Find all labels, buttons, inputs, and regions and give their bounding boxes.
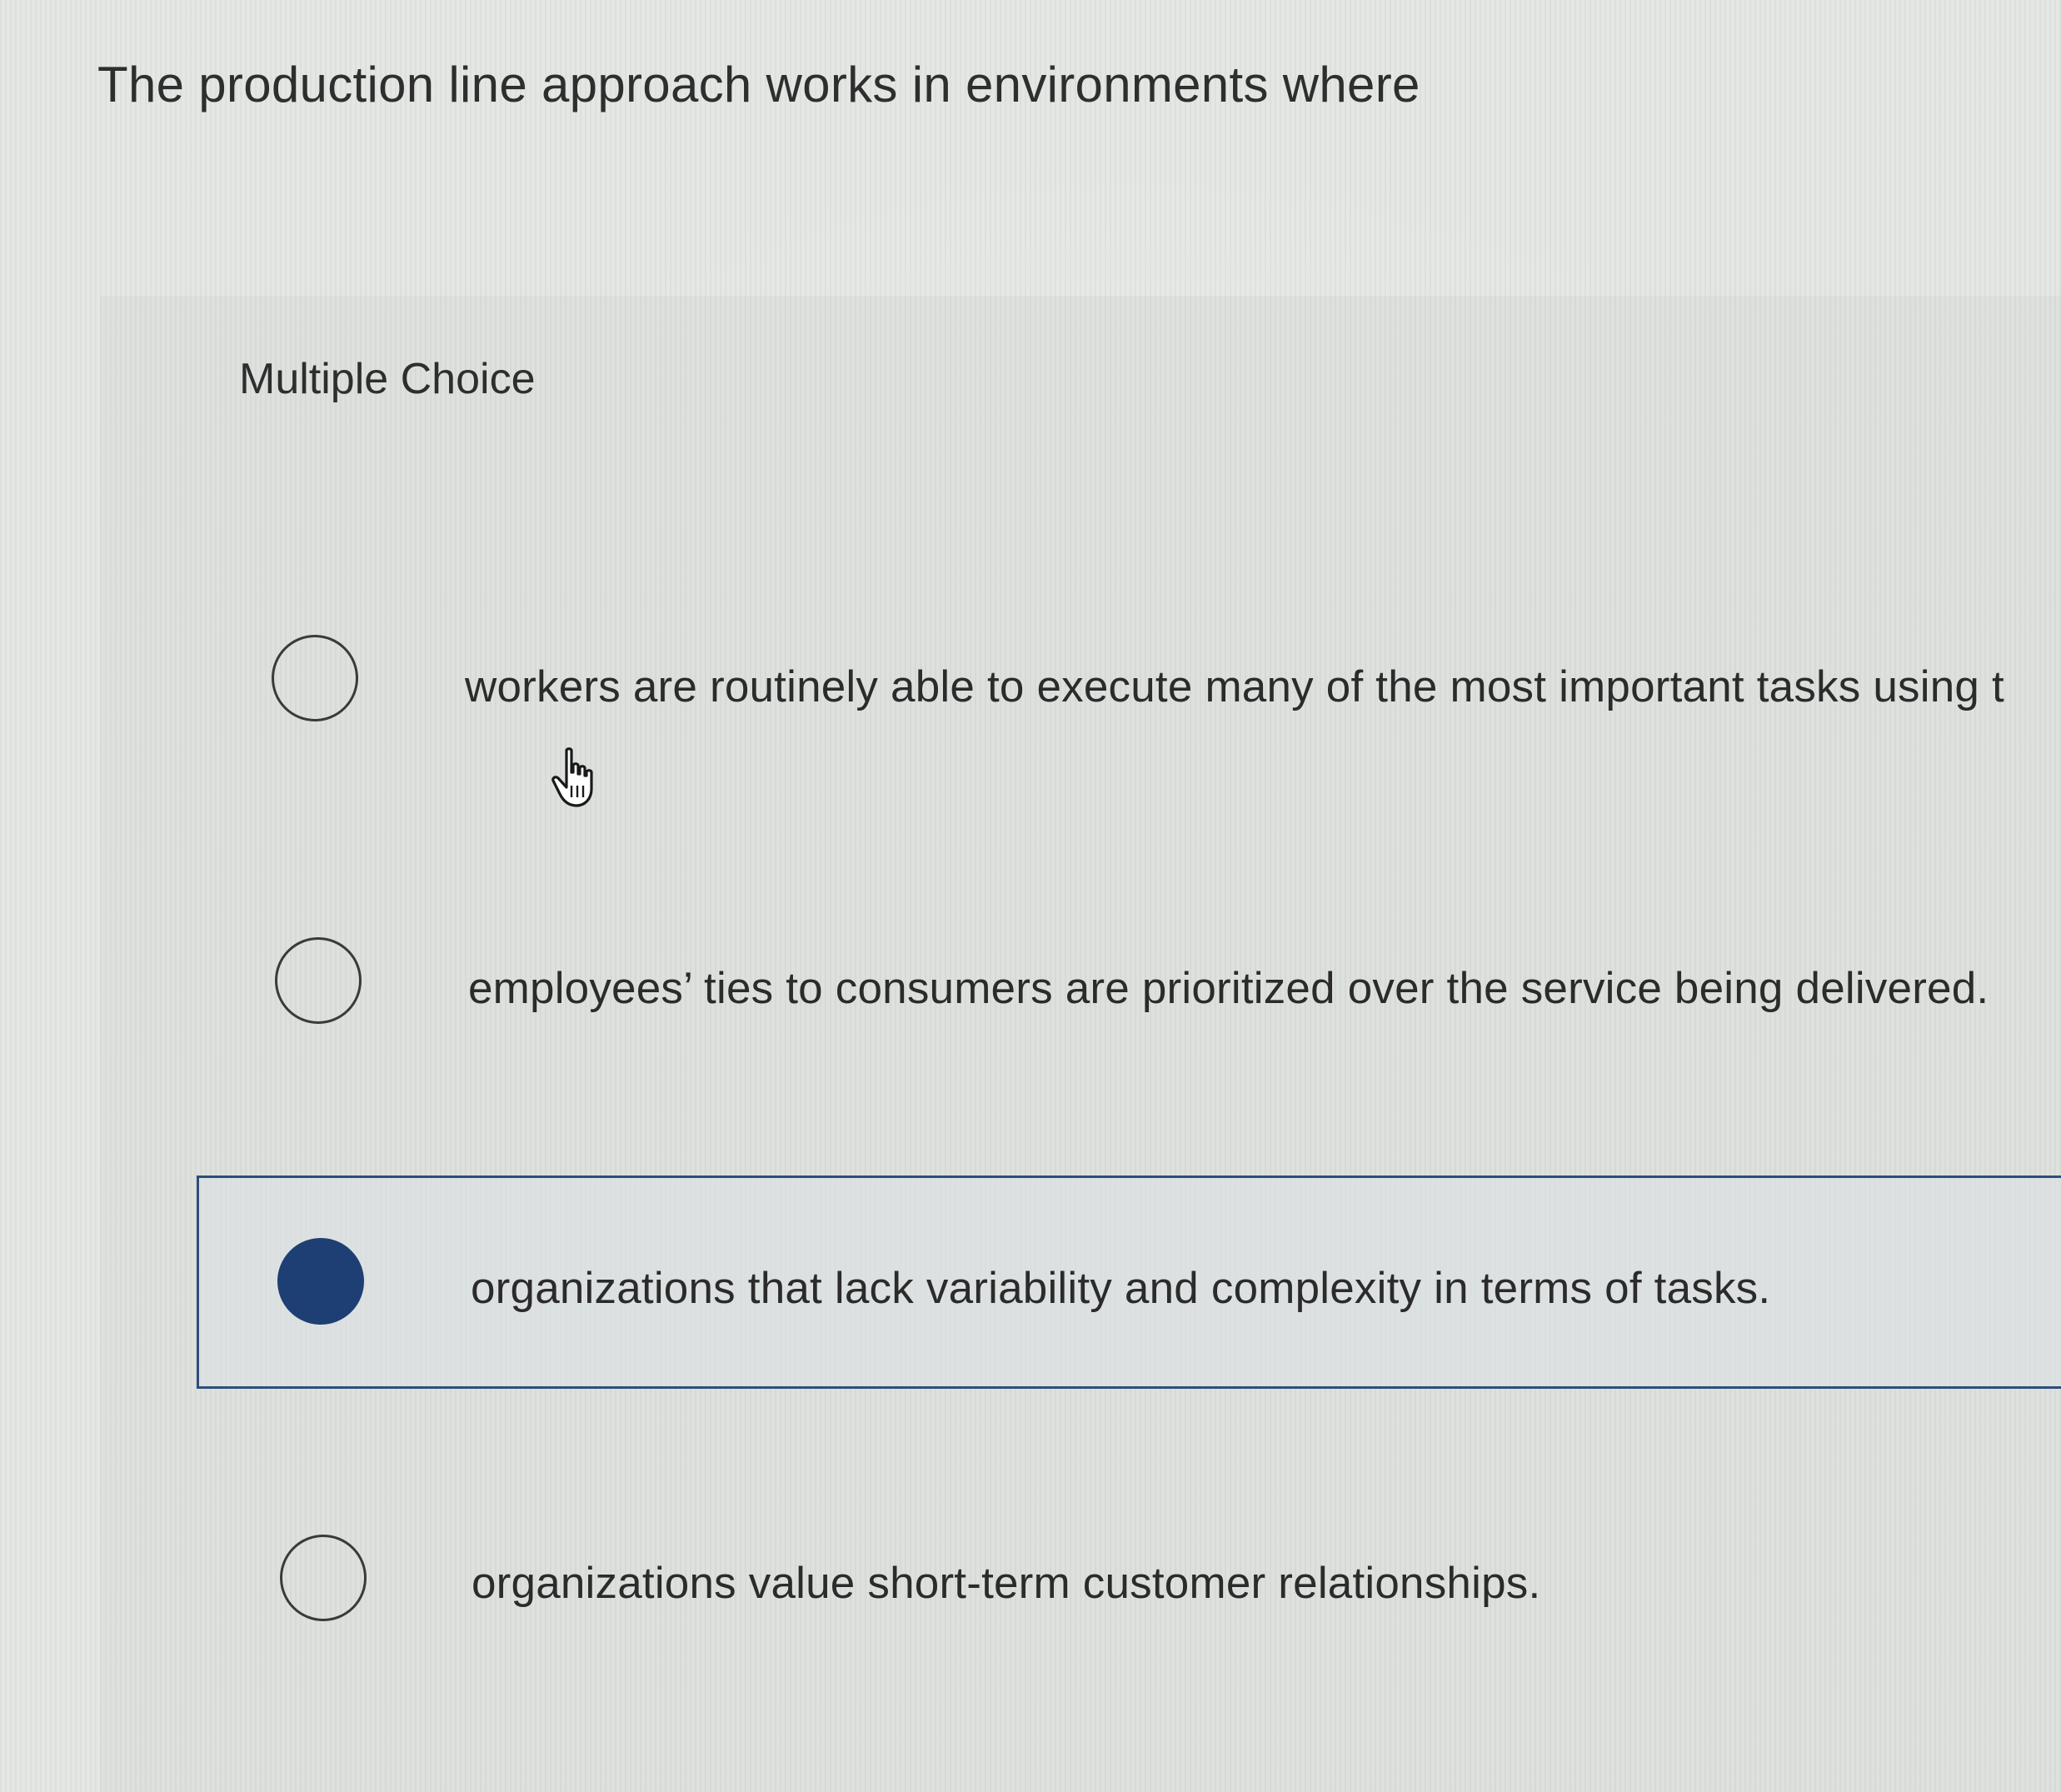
hand-pointer-icon [551,747,593,807]
radio-button-3-selected[interactable] [277,1238,364,1325]
radio-button-4[interactable] [280,1535,367,1621]
answer-option-3-text: organizations that lack variability and … [471,1264,1771,1313]
radio-button-2[interactable] [275,937,362,1024]
question-text: The production line approach works in en… [97,57,1420,112]
answer-option-4[interactable]: organizations value short-term customer … [197,1475,2061,1688]
answer-option-2[interactable]: employees’ ties to consumers are priorit… [197,875,2061,1088]
answer-option-2-text: employees’ ties to consumers are priorit… [468,964,1989,1013]
radio-button-1[interactable] [272,635,358,721]
answer-option-3[interactable]: organizations that lack variability and … [197,1176,2061,1389]
answer-option-1-text: workers are routinely able to execute ma… [465,662,2004,711]
multiple-choice-label: Multiple Choice [239,355,536,403]
answer-option-4-text: organizations value short-term customer … [472,1559,1541,1608]
answer-option-1[interactable]: workers are routinely able to execute ma… [197,575,2061,788]
